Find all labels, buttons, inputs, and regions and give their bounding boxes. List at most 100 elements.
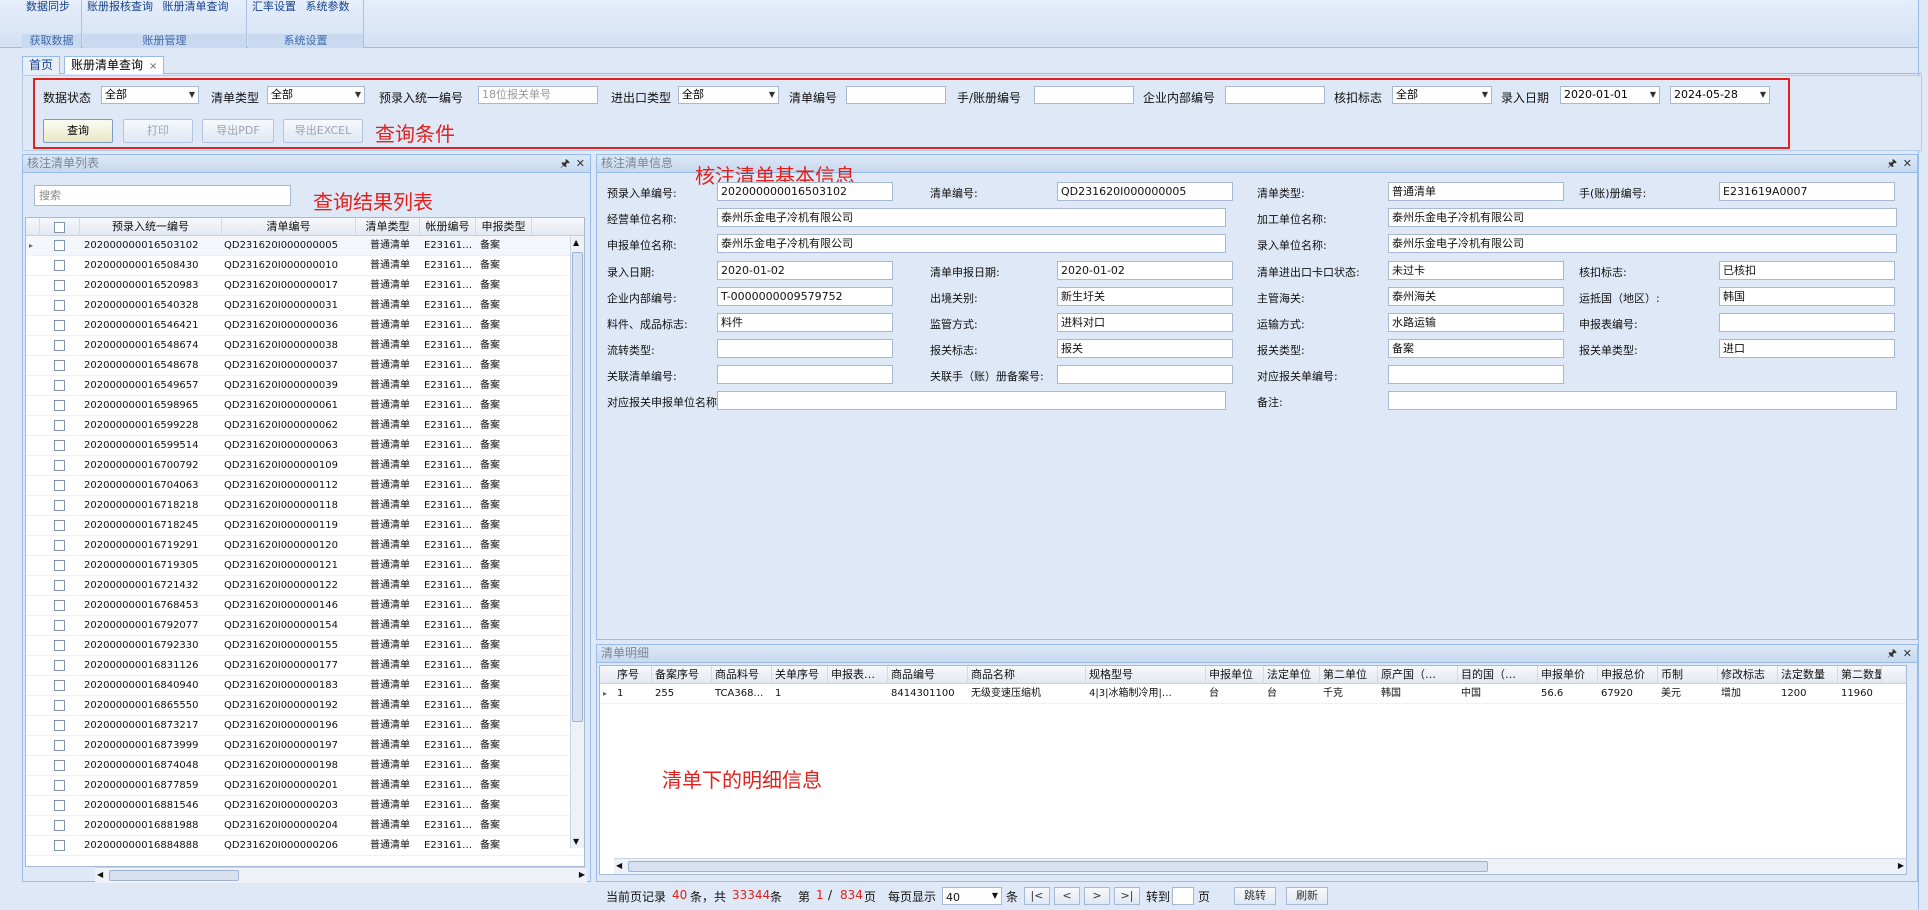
table-row[interactable]: 202000000016548678 QD231620I000000037 普通清单… — [26, 356, 584, 376]
detail-column-header[interactable]: 申报单位 — [1206, 666, 1264, 684]
book-audit-query-button[interactable]: 账册报核查询 — [87, 1, 153, 13]
decl-unit-field[interactable]: 泰州乐金电子冷机有限公司 — [717, 234, 1226, 253]
material-field[interactable]: 料件 — [717, 313, 893, 332]
row-checkbox[interactable] — [54, 780, 65, 791]
detail-column-header[interactable]: 第二数量 — [1838, 666, 1882, 684]
list-type-field[interactable]: 普通清单 — [1388, 182, 1564, 201]
pin-icon[interactable]: 🖈 — [1887, 645, 1897, 662]
first-page-button[interactable]: |< — [1024, 887, 1050, 905]
scroll-right-icon[interactable]: ▶ — [1898, 861, 1904, 870]
row-checkbox[interactable] — [54, 800, 65, 811]
row-checkbox[interactable] — [54, 480, 65, 491]
date-to-picker[interactable]: 2024-05-28 ▼ — [1670, 86, 1770, 104]
book-no-input[interactable] — [1034, 86, 1134, 104]
remark-field[interactable] — [1388, 391, 1897, 410]
table-row[interactable]: ▸ 202000000016503102 QD231620I000000005 普通清… — [26, 236, 584, 256]
table-row[interactable]: 202000000016704063 QD231620I000000112 普通清单… — [26, 476, 584, 496]
select-all-checkbox[interactable] — [54, 222, 65, 233]
row-checkbox[interactable] — [54, 580, 65, 591]
scroll-right-icon[interactable]: ▶ — [579, 870, 585, 879]
close-icon[interactable]: × — [149, 61, 157, 72]
scroll-left-icon[interactable]: ◀ — [616, 861, 622, 870]
export-excel-button[interactable]: 导出EXCEL — [283, 119, 363, 143]
scroll-thumb[interactable] — [572, 252, 583, 722]
transport-field[interactable]: 水路运输 — [1388, 313, 1564, 332]
rel-decl-unit-field[interactable] — [717, 391, 1226, 410]
internal-no-input[interactable] — [1225, 86, 1325, 104]
entry-date-field[interactable]: 2020-01-02 — [717, 261, 893, 280]
port-field[interactable]: 新生圩关 — [1057, 287, 1233, 306]
table-row[interactable]: 202000000016599514 QD231620I000000063 普通清单… — [26, 436, 584, 456]
row-checkbox[interactable] — [54, 660, 65, 671]
detail-horizontal-scrollbar[interactable]: ◀ ▶ — [614, 858, 1906, 874]
op-unit-field[interactable]: 泰州乐金电子冷机有限公司 — [717, 208, 1226, 227]
list-vertical-scrollbar[interactable]: ▲ ▼ — [570, 236, 584, 848]
row-checkbox[interactable] — [54, 700, 65, 711]
table-row[interactable]: 202000000016831126 QD231620I000000177 普通清单… — [26, 656, 584, 676]
table-row[interactable]: 202000000016540328 QD231620I000000031 普通清单… — [26, 296, 584, 316]
export-pdf-button[interactable]: 导出PDF — [202, 119, 274, 143]
rel-decl-field[interactable] — [1388, 365, 1564, 384]
close-icon[interactable]: ✕ — [576, 155, 585, 172]
table-row[interactable]: 202000000016721432 QD231620I000000122 普通清单… — [26, 576, 584, 596]
row-checkbox[interactable] — [54, 440, 65, 451]
data-status-select[interactable]: 全部 ▼ — [101, 86, 199, 104]
entry-unit-field[interactable]: 泰州乐金电子冷机有限公司 — [1388, 234, 1897, 253]
tab-book-list-query[interactable]: 账册清单查询 × — [64, 56, 165, 74]
row-checkbox[interactable] — [54, 300, 65, 311]
rel-book-field[interactable] — [1057, 365, 1233, 384]
table-row[interactable]: 202000000016598965 QD231620I000000061 普通清单… — [26, 396, 584, 416]
table-row[interactable]: 202000000016873217 QD231620I000000196 普通清单… — [26, 716, 584, 736]
table-row[interactable]: 202000000016546421 QD231620I000000036 普通清单… — [26, 316, 584, 336]
scroll-down-icon[interactable]: ▼ — [573, 837, 579, 846]
gate-status-field[interactable]: 未过卡 — [1388, 261, 1564, 280]
row-checkbox[interactable] — [54, 420, 65, 431]
row-checkbox[interactable] — [54, 720, 65, 731]
ie-type-select[interactable]: 全部 ▼ — [678, 86, 779, 104]
refresh-button[interactable]: 刷新 — [1286, 887, 1328, 905]
row-checkbox[interactable] — [54, 380, 65, 391]
row-checkbox[interactable] — [54, 640, 65, 651]
table-row[interactable]: 202000000016520983 QD231620I000000017 普通清单… — [26, 276, 584, 296]
tab-home[interactable]: 首页 — [22, 56, 61, 74]
pre-no-field[interactable]: 202000000016503102 — [717, 182, 893, 201]
customs-form-field[interactable]: 进口 — [1719, 339, 1895, 358]
detail-column-header[interactable]: 原产国（… — [1378, 666, 1458, 684]
table-row[interactable]: 202000000016877859 QD231620I000000201 普通清单… — [26, 776, 584, 796]
row-checkbox[interactable] — [54, 320, 65, 331]
table-row[interactable]: 202000000016548674 QD231620I000000038 普通清单… — [26, 336, 584, 356]
table-row[interactable]: 202000000016700792 QD231620I000000109 普通清单… — [26, 456, 584, 476]
detail-column-header[interactable]: 法定单位 — [1264, 666, 1320, 684]
detail-column-header[interactable]: 修改标志 — [1718, 666, 1778, 684]
row-checkbox[interactable] — [54, 460, 65, 471]
col-book-no[interactable]: 帐册编号 — [420, 218, 476, 236]
table-row[interactable]: 202000000016873999 QD231620I000000197 普通清单… — [26, 736, 584, 756]
search-button[interactable]: 查询 — [43, 119, 113, 143]
table-row[interactable]: 202000000016718218 QD231620I000000118 普通清单… — [26, 496, 584, 516]
detail-column-header[interactable]: 规格型号 — [1086, 666, 1206, 684]
col-decl-type[interactable]: 申报类型 — [476, 218, 532, 236]
book-no-field[interactable]: E231619A0007 — [1719, 182, 1895, 201]
verify-flag-field[interactable]: 已核扣 — [1719, 261, 1895, 280]
table-row[interactable]: 202000000016549657 QD231620I000000039 普通清单… — [26, 376, 584, 396]
table-row[interactable]: 202000000016599228 QD231620I000000062 普通清单… — [26, 416, 584, 436]
next-page-button[interactable]: > — [1084, 887, 1110, 905]
detail-column-header[interactable]: 序号 — [614, 666, 652, 684]
table-row[interactable]: 202000000016508430 QD231620I000000010 普通清单… — [26, 256, 584, 276]
detail-column-header[interactable]: 申报总价 — [1598, 666, 1658, 684]
list-search-input[interactable]: 搜索 — [34, 185, 291, 206]
row-checkbox[interactable] — [54, 280, 65, 291]
row-checkbox[interactable] — [54, 400, 65, 411]
row-checkbox[interactable] — [54, 340, 65, 351]
detail-column-header[interactable]: 关单序号 — [772, 666, 828, 684]
last-page-button[interactable]: >| — [1114, 887, 1140, 905]
detail-column-header[interactable]: 币制 — [1658, 666, 1718, 684]
row-checkbox[interactable] — [54, 740, 65, 751]
customs-flag-field[interactable]: 报关 — [1057, 339, 1233, 358]
book-list-query-button[interactable]: 账册清单查询 — [163, 1, 229, 13]
list-no-field[interactable]: QD231620I000000005 — [1057, 182, 1233, 201]
customs-field[interactable]: 泰州海关 — [1388, 287, 1564, 306]
exchange-rate-button[interactable]: 汇率设置 — [252, 1, 296, 13]
scroll-up-icon[interactable]: ▲ — [573, 238, 579, 247]
detail-column-header[interactable]: 法定数量 — [1778, 666, 1838, 684]
